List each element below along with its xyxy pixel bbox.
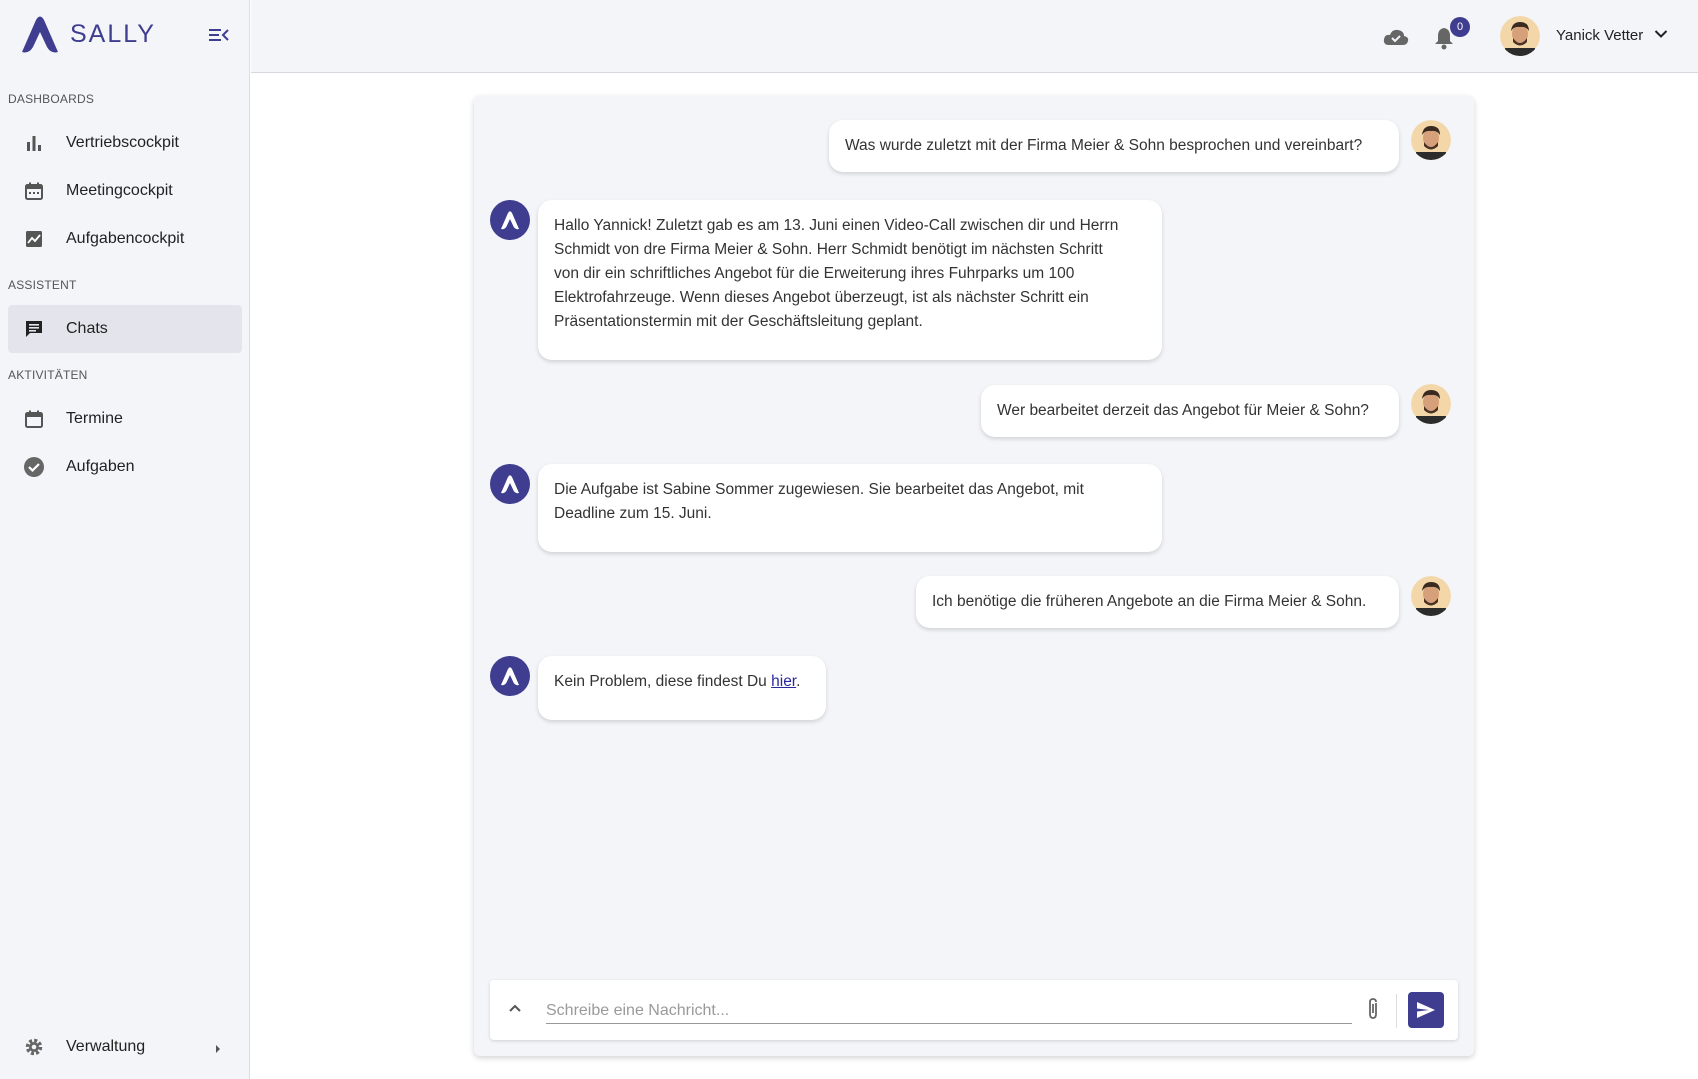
cloud-sync-icon[interactable] [1383, 27, 1409, 52]
sidebar-item-vertriebscockpit[interactable]: Vertriebscockpit [8, 119, 242, 167]
bot-message: Die Aufgabe ist Sabine Sommer zugewiesen… [538, 464, 1162, 552]
send-icon [1417, 1002, 1435, 1018]
message-line: Schmidt von dre Firma Meier & Sohn. Herr… [554, 241, 1103, 258]
sally-logo-icon [501, 667, 519, 686]
sidebar-item-label: Meetingcockpit [66, 182, 173, 199]
section-label-aktivitaeten: AKTIVITÄTEN [8, 368, 88, 382]
sidebar-item-label: Termine [66, 410, 123, 427]
sidebar-item-chats[interactable]: Chats [8, 305, 242, 353]
sidebar-item-verwaltung[interactable]: Verwaltung [8, 1023, 242, 1071]
user-message: Ich benötige die früheren Angebote an di… [916, 576, 1399, 628]
user-message-avatar [1411, 384, 1451, 424]
composer-divider [1396, 994, 1397, 1028]
bar-chart-icon [22, 131, 46, 155]
calendar-icon [22, 179, 46, 203]
sidebar-item-label: Verwaltung [66, 1038, 146, 1055]
sidebar-item-label: Aufgabencockpit [66, 230, 185, 247]
sally-logo-icon [501, 475, 519, 494]
sidebar-item-label: Chats [66, 320, 108, 337]
message-text: Kein Problem, diese findest Du [554, 673, 772, 690]
top-bar [251, 0, 1698, 73]
send-button[interactable] [1408, 992, 1444, 1028]
person-avatar-icon [1411, 120, 1451, 160]
bot-avatar [490, 200, 530, 240]
check-circle-icon [22, 455, 46, 479]
person-avatar-icon [1411, 576, 1451, 616]
notification-badge: 0 [1450, 17, 1470, 37]
user-message: Wer bearbeitet derzeit das Angebot für M… [981, 385, 1399, 437]
chevron-up-icon[interactable] [508, 1000, 522, 1018]
trend-chart-icon [22, 227, 46, 251]
chat-icon [22, 317, 46, 341]
message-text: Wer bearbeitet derzeit das Angebot für M… [997, 402, 1369, 419]
person-avatar-icon [1411, 384, 1451, 424]
bot-message: Kein Problem, diese findest Du hier. [538, 656, 826, 720]
bot-message: Hallo Yannick! Zuletzt gab es am 13. Jun… [538, 200, 1162, 360]
sidebar-item-aufgabencockpit[interactable]: Aufgabencockpit [8, 215, 242, 263]
section-label-dashboards: DASHBOARDS [8, 92, 95, 106]
user-avatar[interactable] [1500, 16, 1540, 56]
menu-collapse-icon [209, 29, 229, 41]
message-line: Elektrofahrzeuge. Wenn dieses Angebot üb… [554, 289, 1089, 306]
section-label-assistent: ASSISTENT [8, 278, 77, 292]
chevron-down-icon[interactable] [1654, 26, 1668, 44]
message-text: . [796, 673, 801, 690]
message-line: Deadline zum 15. Juni. [554, 505, 712, 522]
message-composer [490, 980, 1458, 1040]
message-text: Ich benötige die früheren Angebote an di… [932, 593, 1367, 610]
gear-icon [22, 1035, 46, 1059]
bot-avatar [490, 656, 530, 696]
sally-logo-icon [501, 211, 519, 230]
sidebar-item-label: Vertriebscockpit [66, 134, 179, 151]
brand-name: SALLY [70, 19, 156, 48]
message-line: Hallo Yannick! Zuletzt gab es am 13. Jun… [554, 217, 1119, 234]
user-name[interactable]: Yanick Vetter [1556, 27, 1643, 44]
logo[interactable]: SALLY [18, 14, 156, 54]
message-input[interactable] [546, 994, 1352, 1024]
sidebar-item-label: Aufgaben [66, 458, 135, 475]
sally-logo-icon [22, 16, 58, 53]
message-line: von dir ein schriftliches Angebot für di… [554, 265, 1075, 282]
user-message-avatar [1411, 576, 1451, 616]
message-line: Die Aufgabe ist Sabine Sommer zugewiesen… [554, 481, 1084, 498]
user-message-avatar [1411, 120, 1451, 160]
message-text: Was wurde zuletzt mit der Firma Meier & … [845, 137, 1363, 154]
user-message: Was wurde zuletzt mit der Firma Meier & … [829, 120, 1399, 172]
calendar-icon [22, 407, 46, 431]
chat-panel: Was wurde zuletzt mit der Firma Meier & … [474, 96, 1474, 1056]
person-avatar-icon [1500, 16, 1540, 56]
sidebar-item-aufgaben[interactable]: Aufgaben [8, 443, 242, 491]
files-link[interactable]: hier [771, 673, 796, 690]
sidebar-item-termine[interactable]: Termine [8, 395, 242, 443]
sidebar: SALLY DASHBOARDS Vertriebscockpit Meetin… [0, 0, 250, 1079]
message-line: Präsentationstermin mit der Geschäftslei… [554, 313, 923, 330]
attachment-icon[interactable] [1366, 997, 1380, 1026]
chevron-right-icon [214, 1041, 222, 1059]
collapse-menu-button[interactable] [208, 26, 234, 46]
sidebar-item-meetingcockpit[interactable]: Meetingcockpit [8, 167, 242, 215]
bot-avatar [490, 464, 530, 504]
